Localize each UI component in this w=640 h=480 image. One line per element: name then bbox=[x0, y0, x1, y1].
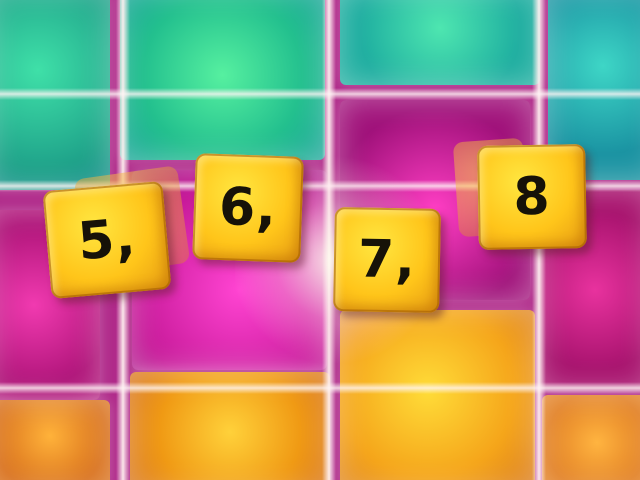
background-block bbox=[120, 0, 325, 160]
game-scene: 5, 6, 7, 8 bbox=[0, 0, 640, 480]
number-tile-8[interactable]: 8 bbox=[477, 144, 587, 250]
tile-label: 8 bbox=[512, 166, 552, 228]
tile-label: 6, bbox=[218, 177, 278, 239]
number-tile-6[interactable]: 6, bbox=[192, 153, 304, 263]
tile-label: 5, bbox=[75, 207, 139, 273]
grid-glow-line bbox=[0, 382, 640, 394]
tile-label: 7, bbox=[357, 229, 417, 291]
number-tile-7[interactable]: 7, bbox=[333, 207, 441, 313]
background-block bbox=[0, 400, 110, 480]
number-tile-5[interactable]: 5, bbox=[42, 180, 172, 300]
grid-glow-line bbox=[0, 88, 640, 100]
background-block bbox=[340, 0, 540, 85]
background-block bbox=[542, 395, 640, 480]
